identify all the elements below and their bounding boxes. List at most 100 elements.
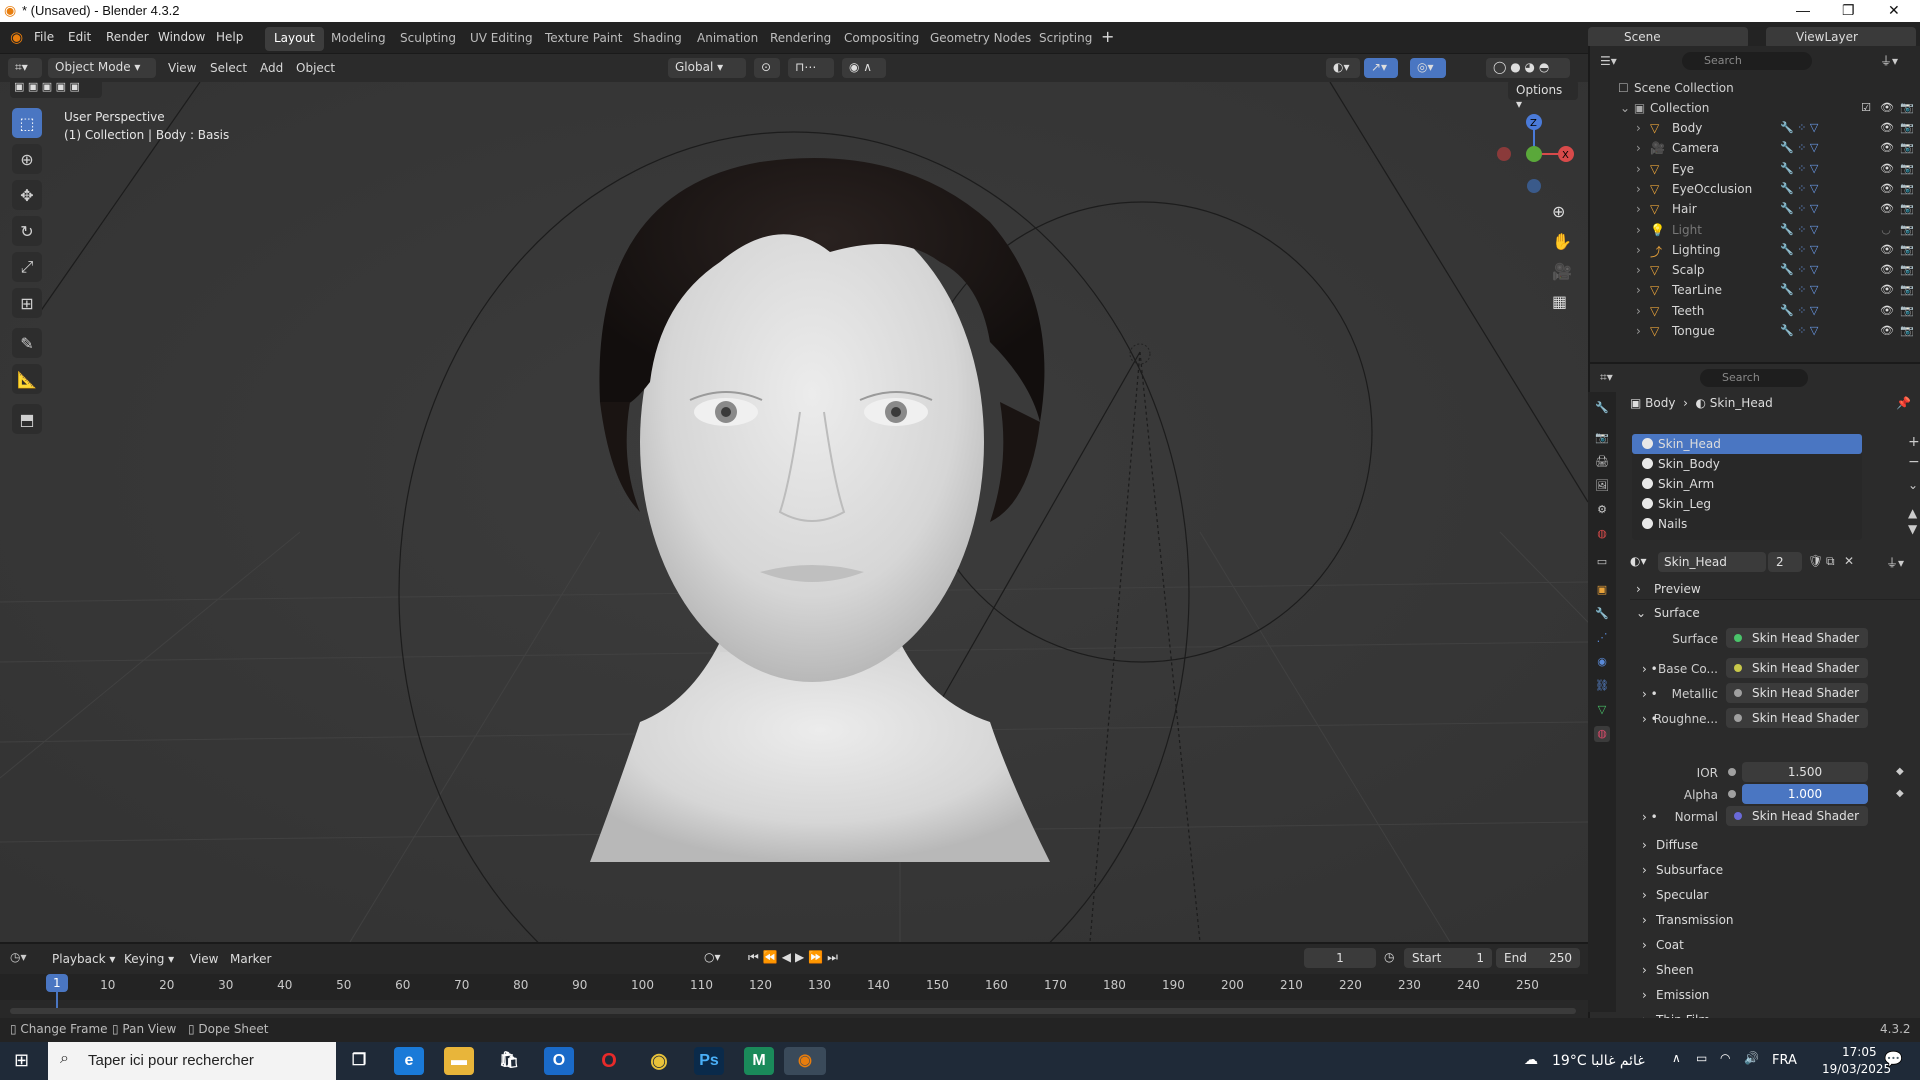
auto-keying-icon[interactable]: ○▾ — [704, 950, 721, 964]
render-camera-icon[interactable]: 📷 — [1900, 182, 1914, 195]
start-frame-field[interactable]: Start 1 — [1404, 948, 1492, 968]
blender-menu-icon[interactable]: ◉ — [10, 28, 23, 46]
menu-select[interactable]: Select — [210, 61, 247, 75]
surface-section-header[interactable]: ⌄ Surface — [1630, 602, 1920, 624]
camera-view-icon[interactable]: 🎥 — [1552, 262, 1572, 281]
preview-range-icon[interactable]: ◷ — [1384, 950, 1394, 964]
properties-editor-icon[interactable]: ⌗▾ — [1600, 370, 1613, 385]
expand-chevron-icon[interactable]: › — [1636, 243, 1641, 257]
weather-icon[interactable]: ☁ — [1524, 1052, 1538, 1068]
expand-chevron-icon[interactable]: › — [1636, 283, 1641, 297]
keying-menu[interactable]: Keying ▾ — [124, 952, 174, 966]
preview-section-header[interactable]: › Preview — [1630, 578, 1920, 600]
add-cube-tool-icon[interactable]: ⬒ — [12, 404, 42, 434]
timeline-editor-icon[interactable]: ◷▾ — [10, 950, 27, 964]
move-down-icon[interactable]: ▼ — [1908, 522, 1917, 536]
material-slot-skin-arm[interactable]: Skin_Arm — [1632, 474, 1862, 494]
menu-file[interactable]: File — [34, 30, 54, 44]
tab-geometry-nodes[interactable]: Geometry Nodes — [921, 27, 1040, 51]
select-box-tool-icon[interactable]: ⬚ — [12, 108, 42, 138]
outliner-row-lighting[interactable]: › ⤴ Lighting 🔧 ⁘ ▽ 👁 📷 — [1590, 240, 1920, 260]
remove-slot-icon[interactable]: − — [1908, 454, 1920, 470]
menu-object[interactable]: Object — [296, 61, 335, 75]
render-camera-icon[interactable]: 📷 — [1900, 263, 1914, 276]
shader-input-field[interactable]: Skin Head Shader — [1726, 683, 1868, 703]
unlink-material-icon[interactable]: ✕ — [1844, 554, 1854, 568]
move-up-icon[interactable]: ▲ — [1908, 506, 1917, 520]
outliner-row-hair[interactable]: › ▽ Hair 🔧 ⁘ ▽ 👁 📷 — [1590, 199, 1920, 219]
visibility-eye-icon[interactable]: 👁 — [1880, 243, 1894, 256]
collection-row[interactable]: ⌄ ▣ Collection ☑ 👁 📷 — [1590, 98, 1920, 118]
ior-field[interactable]: 1.500 — [1742, 762, 1868, 782]
tab-compositing[interactable]: Compositing — [835, 27, 928, 51]
visibility-eye-icon[interactable]: 👁 — [1880, 304, 1894, 317]
visibility-eye-icon[interactable]: 👁 — [1880, 141, 1894, 154]
material-slot-nails[interactable]: Nails — [1632, 514, 1862, 534]
material-name-field[interactable]: Skin_Head — [1658, 552, 1766, 572]
alpha-keyframe-icon[interactable]: ◆ — [1896, 788, 1904, 799]
render-camera-icon[interactable]: 📷 — [1900, 162, 1914, 175]
expand-chevron-icon[interactable]: › — [1636, 121, 1641, 135]
modifier-tab-icon[interactable]: 🔧 — [1594, 606, 1610, 622]
taskbar-search-input[interactable]: ⌕ Taper ici pour rechercher — [48, 1042, 336, 1080]
subsection-subsurface[interactable]: › Subsurface — [1630, 859, 1900, 879]
render-camera-icon[interactable]: 📷 — [1900, 304, 1914, 317]
transform-tool-icon[interactable]: ⊞ — [12, 288, 42, 318]
expand-chevron-icon[interactable]: › — [1636, 223, 1641, 237]
modifier-icon[interactable]: 🔧 ⁘ ▽ — [1780, 304, 1818, 317]
tab-rendering[interactable]: Rendering — [761, 27, 840, 51]
modifier-icon[interactable]: 🔧 ⁘ ▽ — [1780, 324, 1818, 337]
user-count-badge[interactable]: 2 — [1768, 552, 1802, 572]
snap-icon[interactable]: ⊓⋯ — [788, 58, 834, 78]
scene-collection-row[interactable]: ☐ Scene Collection — [1590, 78, 1920, 98]
store-icon[interactable]: 🛍 — [494, 1047, 524, 1075]
tab-uv-editing[interactable]: UV Editing — [461, 27, 542, 51]
task-view-icon[interactable]: ❐ — [344, 1047, 374, 1075]
outliner-row-light[interactable]: › 💡 Light 🔧 ⁘ ▽ ◡ 📷 — [1590, 220, 1920, 240]
material-slot-skin-head[interactable]: Skin_Head — [1632, 434, 1862, 454]
render-camera-icon[interactable]: 📷 — [1900, 223, 1914, 236]
expand-chevron-icon[interactable]: › — [1636, 324, 1641, 338]
outliner-row-tongue[interactable]: › ▽ Tongue 🔧 ⁘ ▽ 👁 📷 — [1590, 321, 1920, 341]
tab-shading[interactable]: Shading — [624, 27, 691, 51]
orientation-dropdown[interactable]: Global ▾ — [668, 58, 746, 78]
render-camera-icon[interactable]: 📷 — [1900, 243, 1914, 256]
clock-date[interactable]: 19/03/2025 — [1822, 1062, 1891, 1076]
rotate-tool-icon[interactable]: ↻ — [12, 216, 42, 246]
outliner-row-body[interactable]: › ▽ Body 🔧 ⁘ ▽ 👁 📷 — [1590, 118, 1920, 138]
material-tab-icon[interactable]: ◍ — [1594, 726, 1610, 742]
visibility-eye-icon[interactable]: 👁 — [1880, 202, 1894, 215]
expand-chevron-icon[interactable]: › — [1636, 202, 1641, 216]
windows-start-icon[interactable]: ⊞ — [14, 1050, 29, 1071]
collection-eye-icon[interactable]: 👁 — [1880, 101, 1894, 114]
constraints-tab-icon[interactable]: ⛓ — [1594, 678, 1610, 694]
scale-tool-icon[interactable]: ⤢ — [12, 252, 42, 282]
tab-texture-paint[interactable]: Texture Paint — [536, 27, 631, 51]
tab-animation[interactable]: Animation — [688, 27, 767, 51]
tab-modeling[interactable]: Modeling — [322, 27, 395, 51]
fake-user-icon[interactable]: 🛡 — [1808, 554, 1823, 568]
alpha-slider[interactable]: 1.000 — [1742, 784, 1868, 804]
modifier-icon[interactable]: 🔧 ⁘ ▽ — [1780, 243, 1818, 256]
material-browse-icon[interactable]: ◐▾ — [1630, 554, 1647, 568]
visibility-eye-icon[interactable]: 👁 — [1880, 162, 1894, 175]
subsection-emission[interactable]: › Emission — [1630, 984, 1900, 1004]
normal-shader-field[interactable]: Skin Head Shader — [1726, 806, 1868, 826]
expand-chevron-icon[interactable]: › — [1636, 304, 1641, 318]
surface-shader-field[interactable]: Skin Head Shader — [1726, 628, 1868, 648]
particles-tab-icon[interactable]: ⋰ — [1594, 630, 1610, 646]
expand-chevron-icon[interactable]: › — [1636, 182, 1641, 196]
volume-icon[interactable]: 🔊 — [1744, 1051, 1759, 1065]
shader-input-field[interactable]: Skin Head Shader — [1726, 658, 1868, 678]
material-filter-icon[interactable]: ⏚▾ — [1886, 554, 1904, 571]
language-indicator[interactable]: FRA — [1772, 1053, 1797, 1068]
modifier-icon[interactable]: 🔧 ⁘ ▽ — [1780, 263, 1818, 276]
gizmo-icon[interactable]: ↗▾ — [1364, 58, 1398, 78]
app-m-icon[interactable]: M — [744, 1047, 774, 1075]
menu-edit[interactable]: Edit — [68, 30, 91, 44]
playback-menu[interactable]: Playback ▾ — [52, 952, 115, 966]
tab-scripting[interactable]: Scripting — [1030, 27, 1101, 51]
perspective-toggle-icon[interactable]: ▦ — [1552, 292, 1567, 311]
outliner-search-input[interactable]: Search — [1682, 52, 1812, 70]
modifier-icon[interactable]: 🔧 ⁘ ▽ — [1780, 223, 1818, 236]
